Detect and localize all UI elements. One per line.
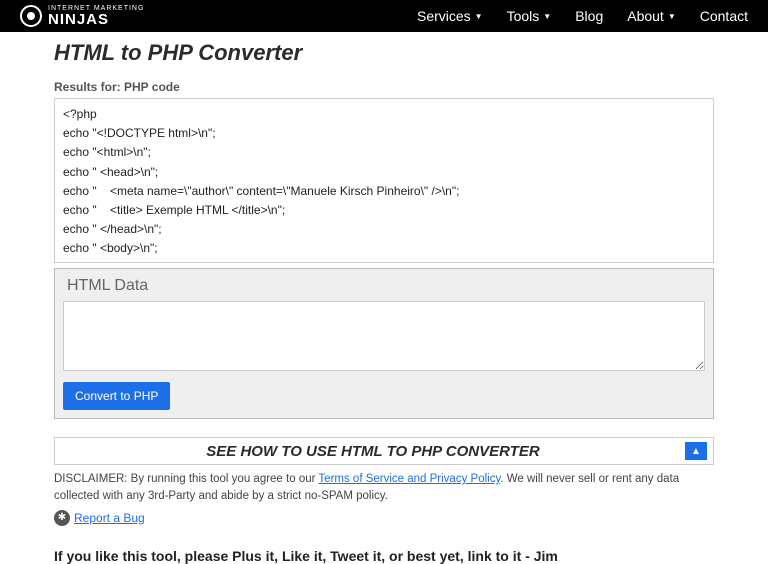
html-data-panel: HTML Data Convert to PHP: [54, 268, 714, 419]
nav-about[interactable]: About ▼: [627, 8, 676, 24]
brand-logo[interactable]: INTERNET MARKETING NINJAS: [20, 5, 144, 27]
nav-about-label: About: [627, 8, 664, 24]
ninja-icon: [20, 5, 42, 27]
main-content: HTML to PHP Converter Results for: PHP c…: [54, 32, 714, 564]
tos-privacy-link[interactable]: Terms of Service and Privacy Policy: [318, 473, 500, 485]
nav-services[interactable]: Services ▼: [417, 8, 483, 24]
page-title: HTML to PHP Converter: [54, 40, 714, 66]
brand-text: INTERNET MARKETING NINJAS: [48, 5, 144, 27]
html-data-label: HTML Data: [67, 277, 705, 295]
results-label: Results for: PHP code: [54, 80, 714, 94]
nav-blog-label: Blog: [575, 8, 603, 24]
nav-tools-label: Tools: [507, 8, 540, 24]
convert-button[interactable]: Convert to PHP: [63, 382, 170, 410]
howto-title: SEE HOW TO USE HTML TO PHP CONVERTER: [61, 443, 685, 460]
php-output-textarea[interactable]: [54, 98, 714, 263]
report-bug-link[interactable]: Report a Bug: [74, 511, 145, 525]
nav-blog[interactable]: Blog: [575, 8, 603, 24]
gear-icon: ✱: [54, 510, 70, 526]
top-navbar: INTERNET MARKETING NINJAS Services ▼ Tool…: [0, 0, 768, 32]
report-bug-row: ✱ Report a Bug: [54, 510, 714, 526]
chevron-down-icon: ▼: [668, 12, 676, 21]
main-nav: Services▼ Tools▼ Blog About▼ Contact: [417, 8, 748, 24]
brand-line2: NINJAS: [48, 12, 144, 27]
triangle-up-icon[interactable]: ▲: [685, 442, 707, 460]
nav-tools[interactable]: Tools▼: [507, 8, 552, 24]
howto-accordion[interactable]: SEE HOW TO USE HTML TO PHP CONVERTER ▲: [54, 437, 714, 465]
nav-contact[interactable]: Contact: [700, 8, 748, 24]
nav-contact-label: Contact: [700, 8, 748, 24]
html-data-input[interactable]: [63, 301, 705, 371]
chevron-down-icon: ▼: [543, 12, 551, 21]
share-cta: If you like this tool, please Plus it, L…: [54, 548, 714, 564]
chevron-down-icon: ▼: [475, 12, 483, 21]
nav-services-label: Services: [417, 8, 471, 24]
disclaimer-prefix: DISCLAIMER: By running this tool you agr…: [54, 473, 318, 485]
disclaimer-text: DISCLAIMER: By running this tool you agr…: [54, 471, 714, 506]
